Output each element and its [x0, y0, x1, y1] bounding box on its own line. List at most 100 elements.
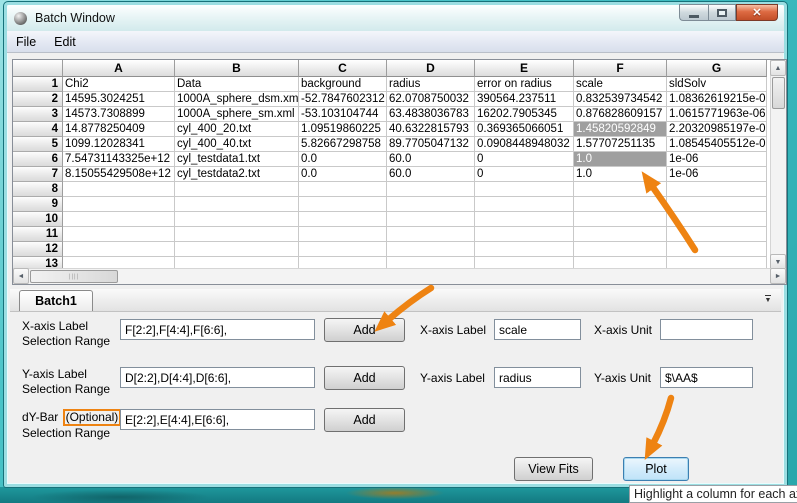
table-cell[interactable]: 60.0	[387, 152, 475, 167]
row-header[interactable]: 13	[13, 257, 63, 268]
table-cell[interactable]	[175, 257, 299, 268]
table-cell[interactable]	[299, 212, 387, 227]
table-cell[interactable]: 14.8778250409	[63, 122, 175, 137]
table-cell[interactable]: 14573.7308899	[63, 107, 175, 122]
table-cell[interactable]	[175, 242, 299, 257]
y-axis-unit-input[interactable]	[660, 367, 753, 388]
table-cell[interactable]: 62.0708750032	[387, 92, 475, 107]
table-cell[interactable]	[475, 182, 574, 197]
table-cell[interactable]	[475, 242, 574, 257]
table-cell[interactable]	[667, 257, 767, 268]
table-cell[interactable]: cyl_testdata2.txt	[175, 167, 299, 182]
scroll-left-icon[interactable]: ◄	[13, 268, 29, 284]
vertical-scrollbar-thumb[interactable]	[772, 77, 785, 109]
table-cell[interactable]: 1.08362619215e-06	[667, 92, 767, 107]
table-cell[interactable]	[63, 257, 175, 268]
table-cell[interactable]: 1.09519860225	[299, 122, 387, 137]
row-header[interactable]: 4	[13, 122, 63, 137]
table-cell[interactable]: 1000A_sphere_dsm.xml	[175, 92, 299, 107]
table-cell[interactable]	[175, 197, 299, 212]
table-cell[interactable]	[175, 182, 299, 197]
table-cell[interactable]	[667, 212, 767, 227]
horizontal-scrollbar[interactable]: ◄ |||| ►	[13, 268, 786, 284]
title-bar[interactable]: Batch Window ✕	[7, 5, 784, 31]
tab-list-button[interactable]: ▼	[761, 295, 775, 307]
table-cell[interactable]	[667, 197, 767, 212]
table-cell[interactable]: 14595.3024251	[63, 92, 175, 107]
table-cell[interactable]	[299, 242, 387, 257]
view-fits-button[interactable]: View Fits	[514, 457, 593, 481]
column-header-E[interactable]: E	[475, 60, 574, 77]
row-header[interactable]: 8	[13, 182, 63, 197]
table-cell[interactable]	[63, 242, 175, 257]
table-cell[interactable]	[175, 227, 299, 242]
table-cell[interactable]: -53.103104744	[299, 107, 387, 122]
table-cell[interactable]: 40.6322815793	[387, 122, 475, 137]
table-cell[interactable]	[387, 182, 475, 197]
tab-batch1[interactable]: Batch1	[19, 290, 93, 311]
table-cell[interactable]: 1.57707251135	[574, 137, 667, 152]
table-cell[interactable]: 0.0	[299, 152, 387, 167]
table-cell[interactable]: scale	[574, 77, 667, 92]
table-cell[interactable]: 0	[475, 167, 574, 182]
row-header[interactable]: 2	[13, 92, 63, 107]
table-cell[interactable]: 60.0	[387, 167, 475, 182]
table-cell[interactable]	[63, 197, 175, 212]
table-cell[interactable]: 0.0	[299, 167, 387, 182]
row-header[interactable]: 6	[13, 152, 63, 167]
table-cell-highlighted[interactable]: 1.45820592849	[574, 122, 667, 137]
column-header-G[interactable]: G	[667, 60, 767, 77]
column-header-F[interactable]: F	[574, 60, 667, 77]
table-cell[interactable]: 390564.237511	[475, 92, 574, 107]
table-cell[interactable]: 0.369365066051	[475, 122, 574, 137]
dy-range-input[interactable]	[120, 409, 315, 430]
row-header[interactable]: 10	[13, 212, 63, 227]
table-cell[interactable]	[63, 227, 175, 242]
row-header[interactable]: 1	[13, 77, 63, 92]
scroll-right-icon[interactable]: ►	[770, 268, 786, 284]
table-cell[interactable]	[299, 227, 387, 242]
table-cell[interactable]	[574, 227, 667, 242]
table-cell[interactable]	[475, 257, 574, 268]
table-cell[interactable]: 1099.12028341	[63, 137, 175, 152]
table-cell[interactable]: 1e-06	[667, 167, 767, 182]
table-cell[interactable]: cyl_400_40.txt	[175, 137, 299, 152]
table-cell[interactable]	[63, 182, 175, 197]
table-cell[interactable]: background	[299, 77, 387, 92]
table-cell[interactable]: -52.7847602312	[299, 92, 387, 107]
table-cell[interactable]: sldSolv	[667, 77, 767, 92]
close-button[interactable]: ✕	[736, 4, 778, 21]
table-cell[interactable]: radius	[387, 77, 475, 92]
table-cell[interactable]	[667, 227, 767, 242]
table-cell[interactable]	[574, 257, 667, 268]
table-cell[interactable]: 63.4838036783	[387, 107, 475, 122]
table-cell[interactable]: Chi2	[63, 77, 175, 92]
minimize-button[interactable]	[679, 4, 708, 21]
table-cell[interactable]	[387, 212, 475, 227]
table-cell[interactable]	[299, 182, 387, 197]
table-cell[interactable]	[475, 197, 574, 212]
table-cell-highlighted[interactable]: 1.0	[574, 152, 667, 167]
table-cell[interactable]	[299, 197, 387, 212]
table-cell[interactable]: 89.7705047132	[387, 137, 475, 152]
horizontal-scrollbar-thumb[interactable]: ||||	[30, 270, 118, 283]
plot-button[interactable]: Plot	[623, 457, 689, 481]
table-cell[interactable]: cyl_testdata1.txt	[175, 152, 299, 167]
table-cell[interactable]: 1.08545405512e-07	[667, 137, 767, 152]
x-range-add-button[interactable]: Add	[324, 318, 405, 342]
x-axis-unit-input[interactable]	[660, 319, 753, 340]
x-range-input[interactable]	[120, 319, 315, 340]
row-header[interactable]: 3	[13, 107, 63, 122]
table-cell[interactable]: Data	[175, 77, 299, 92]
table-cell[interactable]: error on radius	[475, 77, 574, 92]
table-cell[interactable]	[387, 257, 475, 268]
row-header[interactable]: 11	[13, 227, 63, 242]
y-axis-label-input[interactable]	[494, 367, 581, 388]
column-header-B[interactable]: B	[175, 60, 299, 77]
table-cell[interactable]: 0.876828609157	[574, 107, 667, 122]
table-cell[interactable]	[475, 212, 574, 227]
y-range-add-button[interactable]: Add	[324, 366, 405, 390]
y-range-input[interactable]	[120, 367, 315, 388]
table-cell[interactable]	[574, 212, 667, 227]
table-cell[interactable]: 7.54731143325e+12	[63, 152, 175, 167]
